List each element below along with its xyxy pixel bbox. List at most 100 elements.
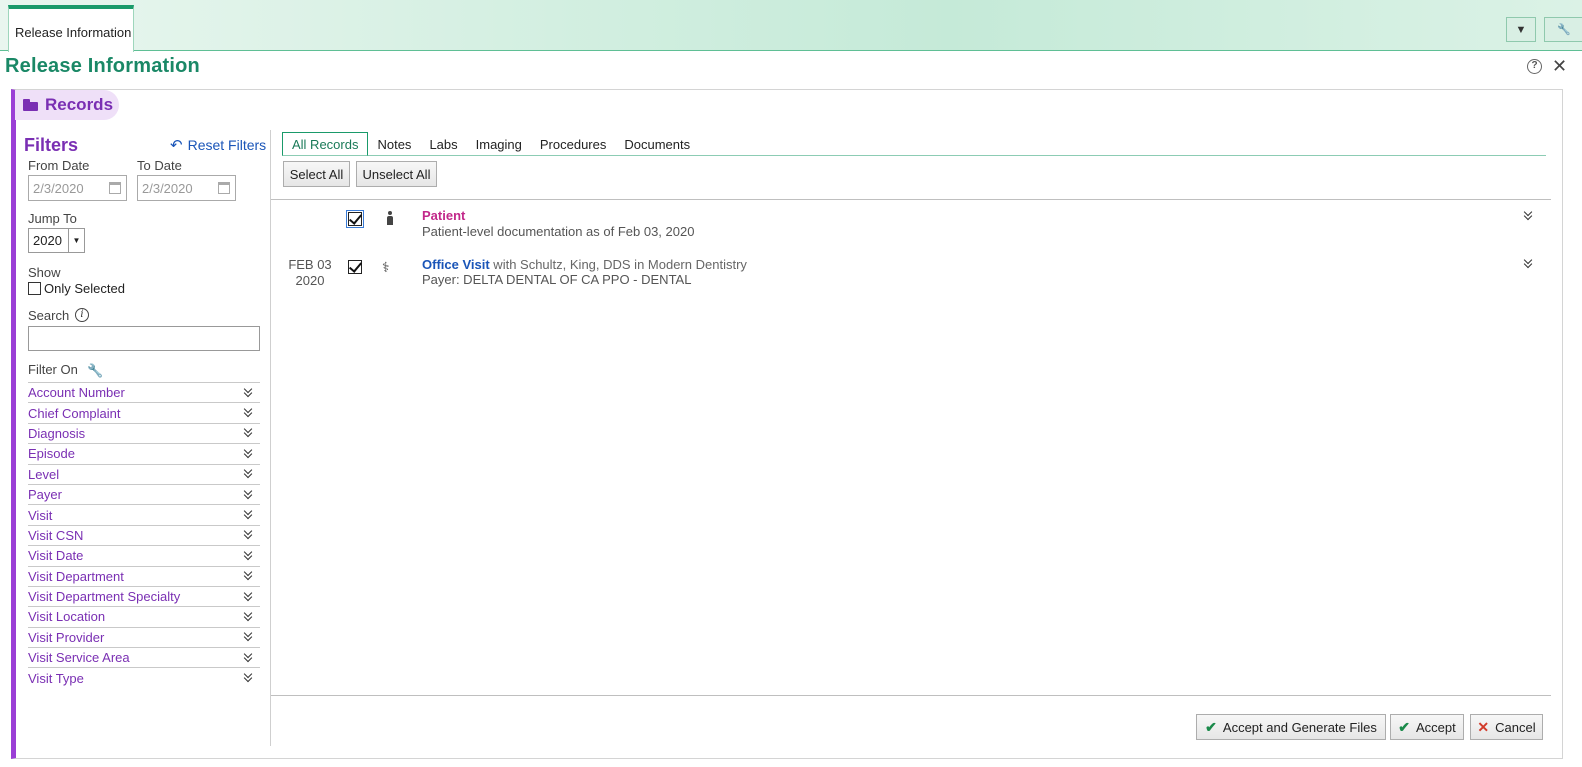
accept-label: Accept [1415, 719, 1456, 735]
record-date-month-day: FEB 03 [288, 257, 332, 272]
tab-label: Release Information [15, 25, 132, 40]
cancel-label: Cancel [1495, 719, 1536, 735]
tab-labs[interactable]: Labs [420, 132, 466, 156]
record-title-office-visit[interactable]: Office Visit with Schultz, King, DDS in … [422, 257, 747, 272]
tab-strip: Release Information ▼ 🔧 [0, 0, 1582, 52]
help-icon[interactable]: ? [1527, 59, 1542, 74]
filter-item-level[interactable]: Level [28, 463, 260, 484]
record-checkbox-office-visit[interactable] [348, 260, 362, 274]
filter-item-visit-date[interactable]: Visit Date [28, 545, 260, 565]
record-subtitle-office-visit: Payer: DELTA DENTAL OF CA PPO - DENTAL [422, 272, 692, 287]
records-title: Records [45, 95, 114, 114]
toolbar-divider [271, 199, 1551, 200]
cancel-button[interactable]: ✕ Cancel [1470, 714, 1543, 740]
visit-type: Office Visit [422, 257, 490, 272]
filter-item-account-number[interactable]: Account Number [28, 382, 260, 402]
filter-item-visit[interactable]: Visit [28, 504, 260, 524]
only-selected-checkbox[interactable] [28, 282, 41, 295]
checkmark-icon: ✔ [1205, 718, 1217, 735]
filter-on-label: Filter On [28, 362, 78, 377]
jump-to-select[interactable]: 2020 ▼ [28, 228, 85, 253]
records-section-header: Records [15, 90, 119, 120]
filter-item-visit-location[interactable]: Visit Location [28, 606, 260, 626]
record-date-year: 2020 [295, 273, 325, 288]
filter-item-chief-complaint[interactable]: Chief Complaint [28, 402, 260, 422]
record-date: FEB 03 2020 [285, 257, 335, 289]
accept-and-generate-files-button[interactable]: ✔ Accept and Generate Files [1196, 714, 1386, 740]
filters-title: Filters [24, 135, 79, 155]
wrench-icon[interactable]: 🔧 [87, 363, 103, 379]
record-checkbox-patient[interactable] [346, 210, 364, 228]
calendar-icon[interactable] [218, 182, 230, 194]
wrench-icon: 🔧 [1557, 24, 1571, 36]
info-icon[interactable]: i [75, 308, 89, 322]
to-date-value: 2/3/2020 [142, 181, 193, 196]
double-chevron-down-icon [244, 653, 254, 663]
filter-item-visit-department-specialty[interactable]: Visit Department Specialty [28, 585, 260, 606]
reset-filters-label: Reset Filters [187, 137, 267, 153]
double-chevron-down-icon [244, 673, 254, 683]
tab-dropdown-button[interactable]: ▼ [1506, 17, 1536, 42]
double-chevron-down-icon [244, 469, 254, 479]
filter-item-visit-csn[interactable]: Visit CSN [28, 524, 260, 545]
filter-item-episode[interactable]: Episode [28, 443, 260, 463]
double-chevron-down-icon [244, 408, 254, 418]
jump-to-label: Jump To [28, 211, 77, 226]
double-chevron-down-icon [244, 571, 254, 581]
filter-item-visit-provider[interactable]: Visit Provider [28, 626, 260, 647]
accept-button[interactable]: ✔ Accept [1390, 714, 1464, 740]
undo-icon: ↶ [170, 137, 183, 154]
only-selected-label: Only Selected [44, 281, 125, 296]
filter-item-visit-service-area[interactable]: Visit Service Area [28, 647, 260, 667]
tab-all-records[interactable]: All Records [282, 132, 369, 156]
tab-imaging[interactable]: Imaging [467, 132, 531, 156]
from-date-value: 2/3/2020 [33, 181, 84, 196]
show-label: Show [28, 265, 61, 280]
folder-open-icon [23, 99, 39, 111]
visit-provider-department: with Schultz, King, DDS in Modern Dentis… [489, 257, 747, 272]
double-chevron-down-icon [244, 428, 254, 438]
double-chevron-down-icon [244, 490, 254, 500]
jump-to-value: 2020 [33, 233, 62, 248]
caret-down-icon: ▼ [68, 229, 84, 252]
double-chevron-down-icon [244, 530, 254, 540]
filter-item-visit-type[interactable]: Visit Type [28, 667, 260, 687]
record-tabs: All Records Notes Labs Imaging Procedure… [282, 132, 699, 156]
search-label: Search [28, 308, 70, 323]
tab-documents[interactable]: Documents [615, 132, 699, 156]
person-icon [386, 211, 394, 227]
tools-button[interactable]: 🔧 [1544, 17, 1582, 42]
from-date-label: From Date [28, 158, 90, 173]
reset-filters-link[interactable]: ↶ Reset Filters [170, 136, 266, 154]
search-input[interactable] [28, 326, 260, 351]
double-chevron-down-icon [244, 388, 254, 398]
to-date-input[interactable]: 2/3/2020 [137, 175, 236, 201]
from-date-input[interactable]: 2/3/2020 [28, 175, 127, 201]
tab-notes[interactable]: Notes [368, 132, 420, 156]
filter-item-payer[interactable]: Payer [28, 483, 260, 504]
select-all-button[interactable]: Select All [283, 161, 350, 187]
double-chevron-down-icon [244, 612, 254, 622]
tab-procedures[interactable]: Procedures [531, 132, 615, 156]
filter-on-list: Account Number Chief Complaint Diagnosis… [28, 382, 260, 688]
page-title: Release Information [5, 55, 200, 77]
tab-release-information[interactable]: Release Information [8, 5, 134, 52]
close-icon[interactable]: ✕ [1552, 56, 1567, 77]
unselect-all-button[interactable]: Unselect All [356, 161, 437, 187]
accept-generate-label: Accept and Generate Files [1222, 719, 1377, 735]
to-date-label: To Date [137, 158, 182, 173]
double-chevron-down-icon[interactable] [1524, 259, 1534, 269]
filter-item-diagnosis[interactable]: Diagnosis [28, 422, 260, 443]
double-chevron-down-icon [244, 551, 254, 561]
record-title-patient[interactable]: Patient [422, 208, 465, 223]
checkmark-icon: ✔ [1398, 718, 1410, 735]
double-chevron-down-icon [244, 632, 254, 642]
footer-divider [271, 695, 1551, 696]
x-icon: ✕ [1477, 718, 1490, 735]
double-chevron-down-icon [244, 449, 254, 459]
filter-item-visit-department[interactable]: Visit Department [28, 565, 260, 586]
calendar-icon[interactable] [109, 182, 121, 194]
double-chevron-down-icon[interactable] [1524, 211, 1534, 221]
stethoscope-icon: ⚕ [382, 259, 390, 275]
caret-down-icon: ▼ [1515, 23, 1527, 36]
